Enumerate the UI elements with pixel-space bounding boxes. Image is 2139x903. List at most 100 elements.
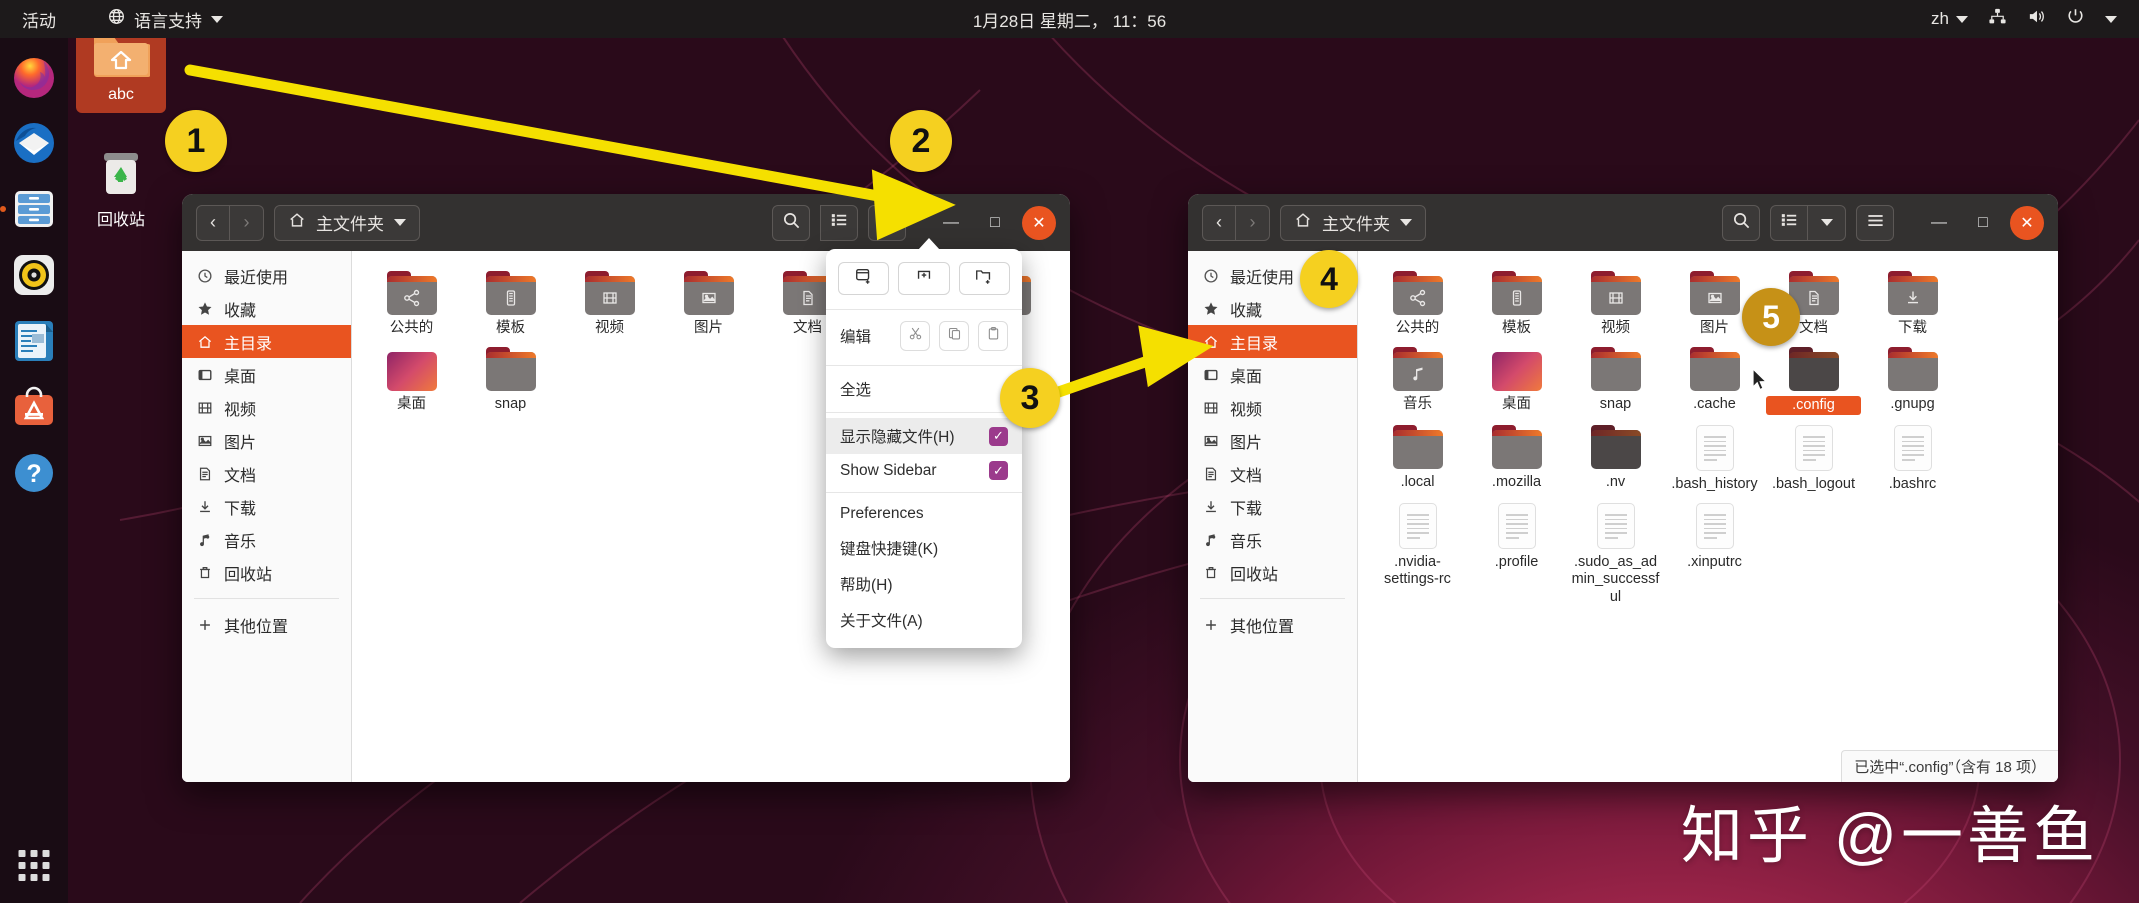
file-item[interactable]: .mozilla bbox=[1467, 419, 1566, 497]
system-status-area[interactable]: zh bbox=[1931, 7, 2117, 31]
path-bar-right[interactable]: 主文件夹 bbox=[1280, 204, 1426, 241]
show-applications-button[interactable] bbox=[18, 850, 50, 881]
sidebar-item-pictures[interactable]: 图片 bbox=[1188, 424, 1357, 457]
sidebar-item-home[interactable]: 主目录 bbox=[1188, 325, 1357, 358]
view-list-button-left[interactable] bbox=[820, 204, 858, 241]
view-list-button-right[interactable] bbox=[1770, 204, 1808, 241]
volume-icon[interactable] bbox=[2027, 7, 2046, 31]
close-button-left[interactable]: ✕ bbox=[1022, 205, 1056, 240]
sidebar-item-desktop[interactable]: 桌面 bbox=[182, 358, 351, 391]
file-item[interactable]: .bashrc bbox=[1863, 419, 1962, 497]
navigation-buttons-right[interactable]: ‹ › bbox=[1202, 204, 1270, 241]
view-options-dropdown-right[interactable] bbox=[1808, 204, 1846, 241]
maximize-button-right[interactable]: □ bbox=[1966, 206, 2000, 240]
dock-item-firefox[interactable] bbox=[9, 52, 59, 102]
file-item[interactable]: snap bbox=[461, 341, 560, 417]
keyboard-shortcuts-menu-item[interactable]: 键盘快捷键(K) bbox=[826, 530, 1022, 566]
sidebar-item-downloads[interactable]: 下载 bbox=[182, 490, 351, 523]
path-bar-left[interactable]: 主文件夹 bbox=[274, 204, 420, 241]
desktop-icon-trash[interactable]: 回收站 bbox=[76, 140, 166, 239]
sidebar-item-music[interactable]: 音乐 bbox=[182, 523, 351, 556]
sidebar-left[interactable]: 最近使用 收藏 主目录 桌面 视频 图片 文档 下载 音乐 回收站 其他位置 bbox=[182, 251, 352, 782]
file-item[interactable]: 桌面 bbox=[1467, 341, 1566, 419]
file-item[interactable]: 公共的 bbox=[362, 265, 461, 341]
back-button[interactable]: ‹ bbox=[1202, 204, 1236, 241]
file-item[interactable]: .sudo_as_admin_successful bbox=[1566, 497, 1665, 609]
sidebar-item-videos[interactable]: 视频 bbox=[1188, 391, 1357, 424]
help-menu-item[interactable]: 帮助(H) bbox=[826, 566, 1022, 602]
sidebar-item-trash[interactable]: 回收站 bbox=[182, 556, 351, 589]
language-support-menu[interactable]: 语言支持 bbox=[108, 7, 223, 32]
file-item[interactable]: snap bbox=[1566, 341, 1665, 419]
file-item[interactable]: .profile bbox=[1467, 497, 1566, 609]
sidebar-item-downloads[interactable]: 下载 bbox=[1188, 490, 1357, 523]
activities-button[interactable]: 活动 bbox=[22, 7, 56, 32]
sidebar-item-pictures[interactable]: 图片 bbox=[182, 424, 351, 457]
forward-button[interactable]: › bbox=[1236, 204, 1270, 241]
cut-button[interactable] bbox=[900, 321, 930, 351]
file-item[interactable]: 音乐 bbox=[1368, 341, 1467, 419]
file-item[interactable]: .nvidia-settings-rc bbox=[1368, 497, 1467, 609]
sidebar-item-desktop[interactable]: 桌面 bbox=[1188, 358, 1357, 391]
file-item[interactable]: 模板 bbox=[461, 265, 560, 341]
dock-item-help[interactable]: ? bbox=[9, 448, 59, 498]
close-button-right[interactable]: ✕ bbox=[2010, 205, 2044, 240]
view-controls-right[interactable] bbox=[1770, 204, 1846, 241]
network-icon[interactable] bbox=[1988, 7, 2007, 31]
sidebar-item-videos[interactable]: 视频 bbox=[182, 391, 351, 424]
main-menu-button-right[interactable] bbox=[1856, 204, 1894, 241]
file-item[interactable]: 下载 bbox=[1863, 265, 1962, 341]
about-menu-item[interactable]: 关于文件(A) bbox=[826, 602, 1022, 638]
maximize-button-left[interactable]: □ bbox=[978, 206, 1012, 240]
file-item[interactable]: 模板 bbox=[1467, 265, 1566, 341]
sidebar-item-documents[interactable]: 文档 bbox=[1188, 457, 1357, 490]
new-tab-button[interactable] bbox=[898, 262, 950, 295]
main-menu-button-left[interactable] bbox=[868, 204, 906, 241]
dock-item-libreoffice-writer[interactable] bbox=[9, 316, 59, 366]
chevron-down-icon[interactable] bbox=[2105, 15, 2117, 23]
sidebar-item-trash[interactable]: 回收站 bbox=[1188, 556, 1357, 589]
new-folder-button[interactable] bbox=[958, 262, 1010, 295]
forward-button[interactable]: › bbox=[230, 204, 264, 241]
select-all-menu-item[interactable]: 全选 bbox=[826, 371, 1022, 407]
minimize-button-right[interactable]: — bbox=[1922, 206, 1956, 240]
file-item[interactable]: 图片 bbox=[659, 265, 758, 341]
keyboard-layout-indicator[interactable]: zh bbox=[1931, 9, 1968, 29]
file-item[interactable]: .xinputrc bbox=[1665, 497, 1764, 609]
paste-button[interactable] bbox=[978, 321, 1008, 351]
file-item[interactable]: .bash_history bbox=[1665, 419, 1764, 497]
sidebar-right[interactable]: 最近使用 收藏 主目录 桌面 视频 图片 文档 下载 音乐 回收站 其他位置 bbox=[1188, 251, 1358, 782]
file-item[interactable]: 视频 bbox=[1566, 265, 1665, 341]
dock-item-files[interactable] bbox=[0, 184, 59, 234]
file-item[interactable]: .cache bbox=[1665, 341, 1764, 419]
preferences-menu-item[interactable]: Preferences bbox=[826, 498, 1022, 530]
file-item[interactable]: 桌面 bbox=[362, 341, 461, 417]
new-window-button[interactable] bbox=[838, 262, 890, 295]
show-hidden-files-menu-item[interactable]: 显示隐藏文件(H) ✓ bbox=[826, 418, 1022, 454]
search-button-right[interactable] bbox=[1722, 204, 1760, 241]
show-sidebar-menu-item[interactable]: Show Sidebar ✓ bbox=[826, 454, 1022, 487]
show-sidebar-checkbox[interactable]: ✓ bbox=[989, 461, 1008, 480]
show-hidden-files-checkbox[interactable]: ✓ bbox=[989, 426, 1008, 446]
file-grid-right[interactable]: 公共的 模板 视频 图片 文档 下载 音乐 桌面 snap .cache .co… bbox=[1358, 251, 2058, 782]
sidebar-item-home[interactable]: 主目录 bbox=[182, 325, 351, 358]
file-item[interactable]: .gnupg bbox=[1863, 341, 1962, 419]
navigation-buttons-left[interactable]: ‹ › bbox=[196, 204, 264, 241]
copy-button[interactable] bbox=[939, 321, 969, 351]
file-item[interactable]: 视频 bbox=[560, 265, 659, 341]
sidebar-item-documents[interactable]: 文档 bbox=[182, 457, 351, 490]
sidebar-item-other-locations[interactable]: 其他位置 bbox=[1188, 608, 1357, 641]
main-menu-popover[interactable]: 编辑 全选 显示隐藏文件(H) ✓ Show Sidebar ✓ Prefere… bbox=[826, 249, 1022, 648]
file-item-selected[interactable]: .config bbox=[1764, 341, 1863, 419]
sidebar-item-music[interactable]: 音乐 bbox=[1188, 523, 1357, 556]
dock-item-ubuntu-software[interactable] bbox=[9, 382, 59, 432]
dock-item-thunderbird[interactable] bbox=[9, 118, 59, 168]
file-item[interactable]: 公共的 bbox=[1368, 265, 1467, 341]
minimize-button-left[interactable]: — bbox=[934, 206, 968, 240]
sidebar-item-other-locations[interactable]: 其他位置 bbox=[182, 608, 351, 641]
clock[interactable]: 1月28日 星期二， 11：56 bbox=[973, 7, 1166, 32]
sidebar-item-starred[interactable]: 收藏 bbox=[182, 292, 351, 325]
file-item[interactable]: .bash_logout bbox=[1764, 419, 1863, 497]
sidebar-item-recent[interactable]: 最近使用 bbox=[182, 259, 351, 292]
view-controls-left[interactable] bbox=[820, 204, 858, 241]
